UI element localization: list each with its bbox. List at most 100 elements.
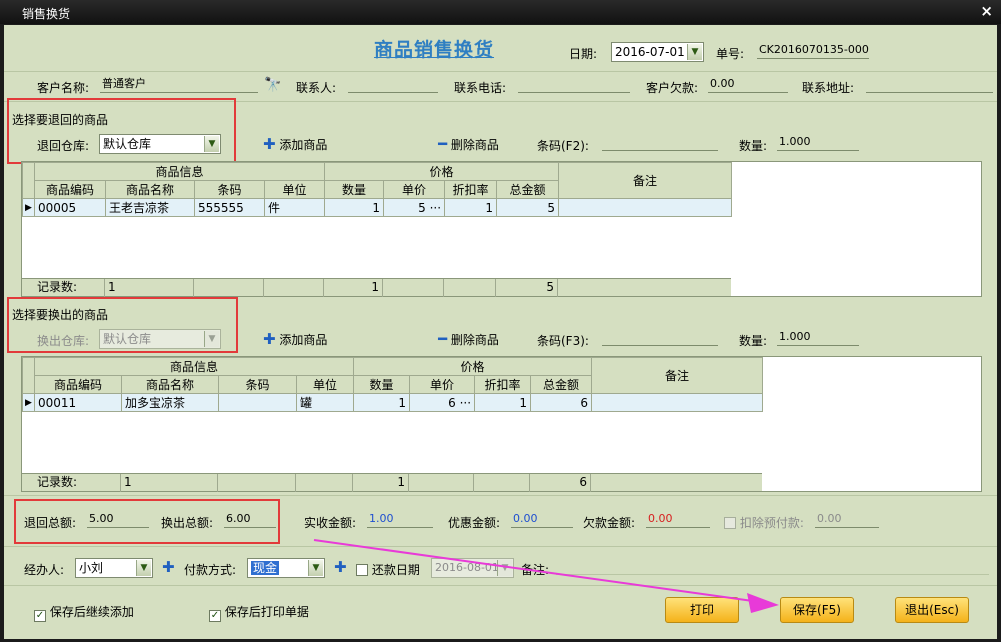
column-qty[interactable]: 数量 — [324, 180, 385, 199]
column-note[interactable]: 备注 — [558, 162, 733, 199]
cell-total[interactable]: 5 — [496, 198, 560, 217]
handler-select[interactable]: 小刘 ▼ — [75, 558, 153, 578]
print-button[interactable]: 打印 — [665, 597, 739, 623]
column-name[interactable]: 商品名称 — [105, 180, 195, 199]
record-count-label: 记录数: — [34, 474, 121, 492]
customer-name-label: 客户名称: — [37, 81, 90, 95]
return-delete-button[interactable]: ━ 删除商品 — [438, 135, 499, 153]
column-price[interactable]: 单价 — [383, 180, 446, 199]
exchange-grid-footer: 记录数: 1 1 6 — [22, 473, 762, 492]
payment-method-label: 付款方式: — [184, 563, 237, 577]
note-field[interactable] — [556, 558, 989, 575]
return-barcode-label: 条码(F2): — [537, 139, 589, 153]
ellipsis-icon[interactable]: ··· — [460, 396, 471, 410]
cell-price[interactable]: 5 ··· — [383, 198, 446, 217]
payment-method-select[interactable]: 现金 ▼ — [247, 558, 325, 578]
footer-empty — [444, 279, 496, 297]
print-after-save-label: 保存后打印单据 — [224, 605, 309, 619]
cell-note[interactable] — [558, 198, 733, 217]
checkbox-box — [724, 517, 736, 529]
exchange-items-grid[interactable]: 商品信息 价格 备注 商品编码 商品名称 条码 单位 数量 单价 折扣率 总金额… — [21, 356, 982, 492]
cell-barcode[interactable] — [218, 393, 297, 412]
cell-price-value: 6 — [448, 395, 456, 410]
repay-date-label: 还款日期 — [371, 563, 420, 577]
column-note[interactable]: 备注 — [591, 357, 764, 394]
highlight-box — [7, 98, 236, 164]
column-barcode[interactable]: 条码 — [218, 375, 297, 394]
column-qty[interactable]: 数量 — [353, 375, 411, 394]
cell-name[interactable]: 王老吉凉茶 — [105, 198, 195, 217]
return-qty-field[interactable]: 1.000 — [777, 134, 859, 151]
group-product-info: 商品信息 — [33, 162, 326, 181]
exchange-qty-field[interactable]: 1.000 — [777, 329, 859, 346]
add-handler-icon[interactable]: ✚ — [162, 558, 175, 576]
chevron-down-icon[interactable]: ▼ — [308, 560, 323, 576]
column-barcode[interactable]: 条码 — [194, 180, 265, 199]
close-icon[interactable]: × — [980, 2, 993, 20]
date-value: 2016-07-01 — [615, 45, 685, 59]
cell-qty[interactable]: 1 — [324, 198, 385, 217]
cell-discount[interactable]: 1 — [474, 393, 532, 412]
column-total[interactable]: 总金额 — [530, 375, 593, 394]
exchange-delete-button[interactable]: ━ 删除商品 — [438, 330, 499, 348]
column-name[interactable]: 商品名称 — [121, 375, 219, 394]
exchange-barcode-field[interactable] — [602, 329, 718, 346]
cell-unit[interactable]: 件 — [263, 198, 326, 217]
continue-add-checkbox[interactable]: ✓ 保存后继续添加 — [34, 603, 134, 622]
binoculars-icon[interactable]: 🔭 — [264, 77, 281, 93]
footer-empty — [218, 474, 296, 492]
cell-qty[interactable]: 1 — [353, 393, 411, 412]
column-discount[interactable]: 折扣率 — [444, 180, 498, 199]
save-button[interactable]: 保存(F5) — [780, 597, 854, 623]
print-after-save-checkbox[interactable]: ✓ 保存后打印单据 — [209, 603, 309, 622]
cell-price[interactable]: 6 ··· — [409, 393, 476, 412]
column-code[interactable]: 商品编码 — [34, 180, 106, 199]
customer-debt-label: 客户欠款: — [646, 81, 699, 95]
ellipsis-icon[interactable]: ··· — [430, 201, 441, 215]
column-price[interactable]: 单价 — [409, 375, 476, 394]
doc-no-field[interactable]: CK2016070135-0001 — [757, 42, 869, 59]
divider — [4, 585, 997, 586]
cell-discount[interactable]: 1 — [444, 198, 498, 217]
chevron-down-icon[interactable]: ▼ — [687, 44, 702, 60]
record-count-value: 1 — [105, 279, 194, 297]
date-picker[interactable]: 2016-07-01 ▼ — [611, 42, 704, 62]
address-field[interactable] — [866, 76, 993, 93]
handler-value: 小刘 — [79, 561, 104, 575]
column-code[interactable]: 商品编码 — [34, 375, 122, 394]
column-total[interactable]: 总金额 — [496, 180, 560, 199]
add-payment-method-icon[interactable]: ✚ — [334, 558, 347, 576]
exchange-add-button[interactable]: ✚ 添加商品 — [263, 330, 327, 348]
discount-amount-field[interactable]: 0.00 — [511, 511, 573, 528]
cell-note[interactable] — [591, 393, 764, 412]
return-barcode-field[interactable] — [602, 134, 718, 151]
return-add-button[interactable]: ✚ 添加商品 — [263, 135, 327, 153]
group-product-info: 商品信息 — [33, 357, 355, 376]
table-row[interactable]: ▶ 00005 王老吉凉茶 555555 件 1 5 ··· 1 5 — [22, 198, 733, 217]
cell-barcode[interactable]: 555555 — [194, 198, 265, 217]
phone-field[interactable] — [518, 76, 630, 93]
received-field[interactable]: 1.00 — [367, 511, 433, 528]
cell-code[interactable]: 00011 — [34, 393, 122, 412]
table-row[interactable]: ▶ 00011 加多宝凉茶 罐 1 6 ··· 1 6 — [22, 393, 764, 412]
cell-total[interactable]: 6 — [530, 393, 593, 412]
cell-unit[interactable]: 罐 — [295, 393, 355, 412]
return-qty-label: 数量: — [739, 139, 768, 153]
check-icon[interactable]: ✓ — [34, 610, 46, 622]
column-unit[interactable]: 单位 — [263, 180, 326, 199]
highlight-box — [14, 499, 280, 544]
repay-date-checkbox[interactable]: 还款日期 — [356, 561, 420, 578]
exit-button[interactable]: 退出(Esc) — [895, 597, 969, 623]
column-discount[interactable]: 折扣率 — [474, 375, 532, 394]
customer-name-field[interactable]: 普通客户 — [100, 76, 258, 93]
column-unit[interactable]: 单位 — [295, 375, 355, 394]
divider — [4, 546, 997, 547]
cell-name[interactable]: 加多宝凉茶 — [121, 393, 219, 412]
chevron-down-icon[interactable]: ▼ — [136, 560, 151, 576]
contact-label: 联系人: — [296, 81, 337, 95]
cell-code[interactable]: 00005 — [34, 198, 106, 217]
contact-field[interactable] — [348, 76, 438, 93]
return-items-grid[interactable]: 商品信息 价格 备注 商品编码 商品名称 条码 单位 数量 单价 折扣率 总金额… — [21, 161, 982, 297]
checkbox-box[interactable] — [356, 564, 368, 576]
check-icon[interactable]: ✓ — [209, 610, 221, 622]
